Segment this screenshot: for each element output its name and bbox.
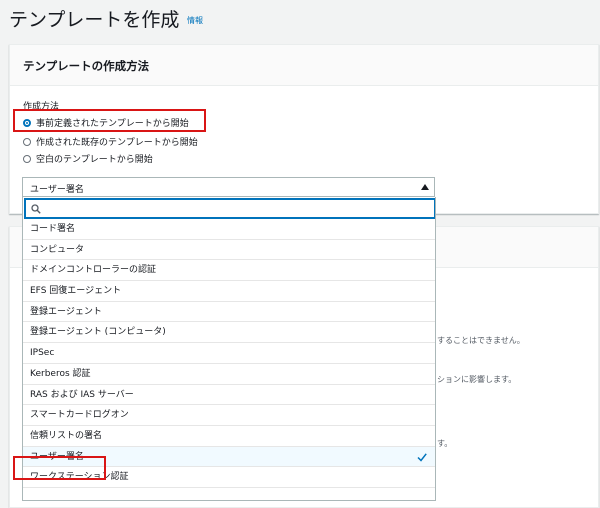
highlight-box-option: [13, 456, 106, 480]
highlight-box-radio: [13, 109, 206, 132]
panel-title: テンプレートの作成方法: [23, 59, 150, 73]
dropdown-option[interactable]: RAS および IAS サーバー: [23, 385, 435, 406]
search-icon: [31, 204, 41, 214]
panel-text-fragment: することはできません。: [437, 336, 525, 345]
dropdown-option[interactable]: ドメインコントローラーの認証: [23, 260, 435, 282]
dropdown-option[interactable]: 信頼リストの署名: [23, 426, 435, 447]
dropdown-option[interactable]: コンピュータ: [23, 240, 435, 261]
radio-blank-template[interactable]: 空白のテンプレートから開始: [23, 152, 153, 165]
select-value: ユーザー署名: [30, 185, 84, 195]
dropdown-search-input[interactable]: [24, 198, 435, 219]
dropdown-option[interactable]: EFS 回復エージェント: [23, 281, 435, 302]
page-title: テンプレートを作成: [9, 9, 180, 31]
dropdown-option[interactable]: Kerberos 認証: [23, 364, 435, 385]
dropdown-option[interactable]: 登録エージェント (コンピュータ): [23, 322, 435, 344]
dropdown-option[interactable]: スマートカードログオン: [23, 405, 435, 426]
caret-up-icon[interactable]: [421, 184, 429, 190]
dropdown-options: コード署名 コンピュータ ドメインコントローラーの認証 EFS 回復エージェント…: [23, 219, 435, 488]
dropdown-option[interactable]: コード署名: [23, 219, 435, 240]
panel-text-fragment: す。: [437, 439, 453, 448]
dropdown-option[interactable]: IPSec: [23, 343, 435, 364]
radio-label: 空白のテンプレートから開始: [36, 155, 153, 165]
panel-text-fragment: ションに影響します。: [437, 375, 517, 384]
radio-button[interactable]: [23, 137, 31, 146]
check-icon: [417, 452, 427, 462]
dropdown-option[interactable]: 登録エージェント: [23, 302, 435, 323]
radio-existing-template[interactable]: 作成された既存のテンプレートから開始: [23, 135, 198, 148]
info-link[interactable]: 情報: [187, 15, 203, 26]
radio-label: 作成された既存のテンプレートから開始: [36, 138, 198, 148]
radio-button[interactable]: [23, 154, 31, 163]
template-select[interactable]: ユーザー署名: [22, 177, 435, 197]
